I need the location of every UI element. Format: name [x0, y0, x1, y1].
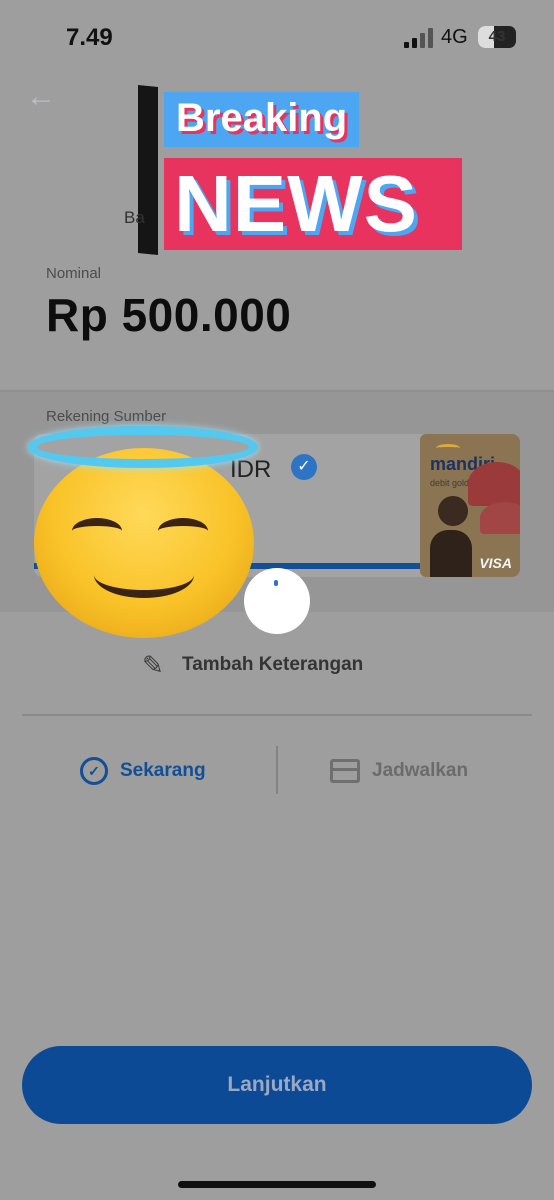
sticker-breaking-text: Breaking: [164, 92, 360, 147]
battery-icon: 43: [478, 26, 516, 48]
continue-button[interactable]: Lanjutkan: [22, 1046, 532, 1124]
emoji-mouth: [94, 552, 194, 598]
white-circle-sticker: [244, 568, 310, 634]
network-type: 4G: [441, 26, 468, 48]
timing-separator: [276, 746, 278, 794]
add-note-label: Tambah Keterangan: [182, 654, 364, 675]
debit-card-image: mandiri debit gold VISA: [420, 434, 520, 577]
back-arrow-icon[interactable]: ←: [26, 82, 56, 112]
sticker-news-text: NEWS: [164, 158, 462, 250]
recipient-name-fragment: Ba: [124, 208, 145, 227]
timing-now-option[interactable]: ✓ Sekarang: [80, 754, 206, 788]
breaking-news-sticker: Breaking NEWS: [138, 84, 468, 256]
card-figure-body-art: [430, 530, 472, 577]
divider: [22, 714, 532, 716]
verified-check-icon: ✓: [291, 454, 317, 480]
status-bar: 7.49 4G 43: [0, 0, 554, 70]
emoji-face: [34, 448, 254, 638]
clock-check-icon: ✓: [80, 757, 108, 785]
card-logo-wave: [436, 444, 460, 452]
status-time: 7.49: [66, 24, 113, 51]
edit-note-icon: ✎: [142, 650, 164, 680]
add-note-button[interactable]: ✎ Tambah Keterangan: [142, 648, 363, 682]
sticker-pole: [138, 84, 158, 256]
card-umbrella-art: [468, 462, 520, 506]
card-network: VISA: [479, 555, 512, 571]
timing-now-label: Sekarang: [120, 760, 206, 781]
emoji-left-eye: [72, 518, 122, 544]
home-indicator[interactable]: [178, 1181, 376, 1188]
calendar-icon: [330, 759, 360, 783]
emoji-right-eye: [158, 518, 208, 544]
smiling-face-with-halo-emoji: [22, 420, 262, 638]
card-umbrella-art-2: [480, 502, 520, 534]
signal-icon: [404, 26, 434, 48]
nominal-label: Nominal: [46, 265, 102, 282]
battery-percent: 43: [488, 28, 506, 45]
card-figure-head-art: [438, 496, 468, 526]
card-type: debit gold: [430, 478, 470, 488]
nominal-amount: Rp 500.000: [46, 289, 292, 341]
timing-schedule-option[interactable]: Jadwalkan: [330, 754, 468, 788]
emoji-halo: [28, 426, 258, 468]
timing-schedule-label: Jadwalkan: [372, 760, 469, 781]
